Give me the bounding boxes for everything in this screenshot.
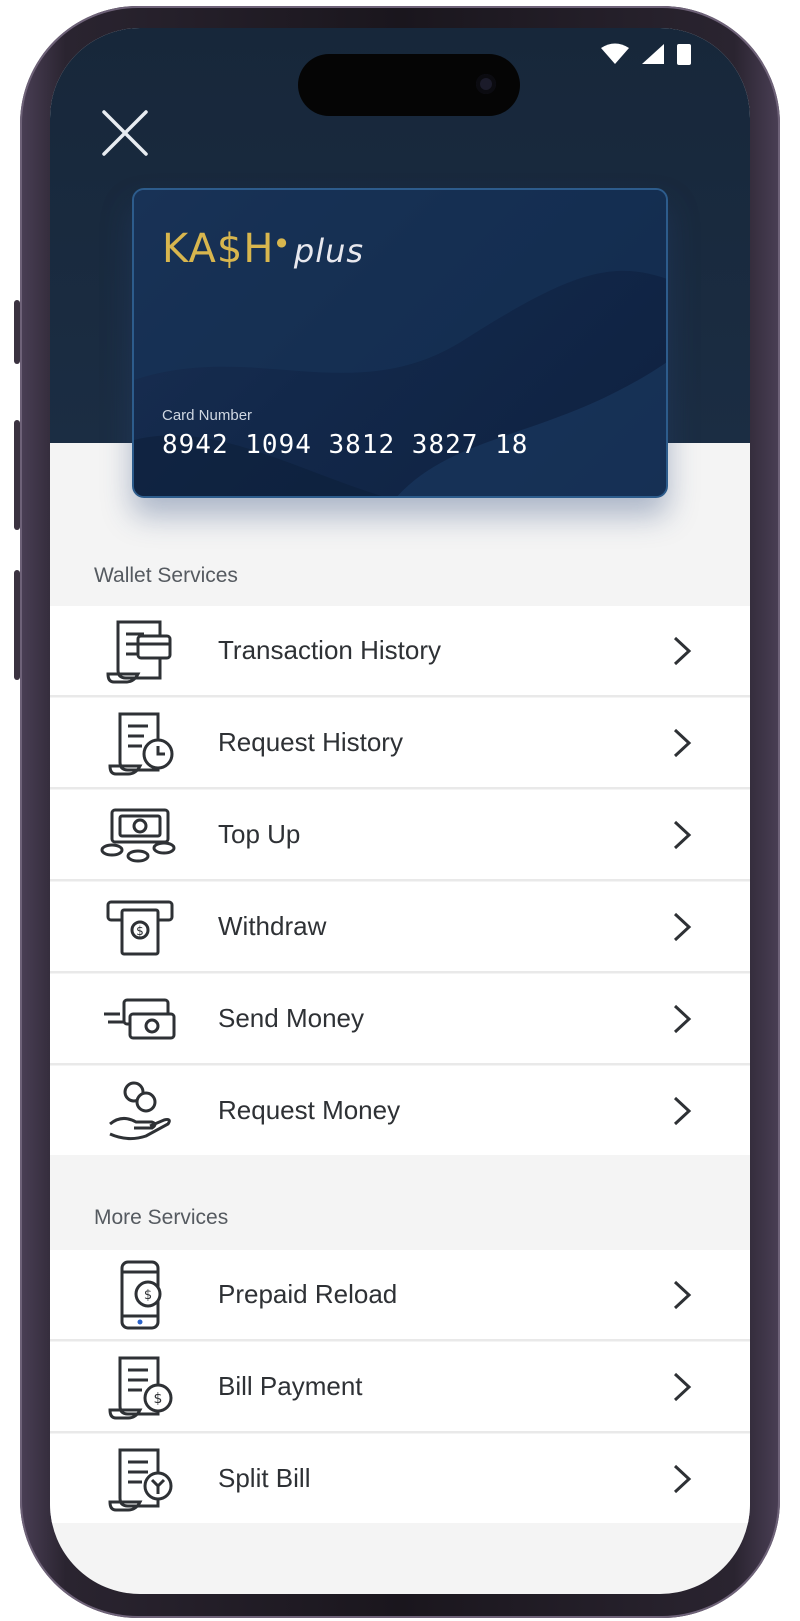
phone-action-button — [14, 300, 20, 364]
divider — [50, 879, 750, 881]
phone-volume-down-button — [14, 570, 20, 680]
request-history-icon — [108, 712, 174, 775]
list-item-send-money[interactable]: Send Money — [50, 974, 750, 1063]
list-item-label: Transaction History — [218, 635, 441, 665]
chevron-right-icon — [673, 820, 692, 849]
list-item-label: Withdraw — [218, 911, 327, 941]
list-item-label: Request Money — [218, 1095, 401, 1125]
divider — [50, 787, 750, 789]
top-up-icon — [100, 808, 176, 862]
list-item-top-up[interactable]: Top Up — [50, 790, 750, 879]
wallet-card[interactable]: KA$H ● plus Card Number 8942 1094 3812 3… — [132, 188, 668, 498]
card-brand-logo: KA$H ● plus — [162, 226, 364, 272]
app-screen: KA$H ● plus Card Number 8942 1094 3812 3… — [50, 28, 750, 1594]
list-item-transaction-history[interactable]: Transaction History — [50, 606, 750, 695]
svg-text:$: $ — [154, 1391, 163, 1407]
cellular-signal-icon — [642, 44, 664, 64]
chevron-right-icon — [673, 1004, 692, 1033]
list-item-label: Bill Payment — [218, 1371, 363, 1401]
phone-volume-up-button — [14, 420, 20, 530]
status-bar — [600, 42, 692, 66]
more-services-title: More Services — [94, 1206, 229, 1229]
list-item-label: Prepaid Reload — [218, 1279, 398, 1309]
divider — [50, 695, 750, 697]
battery-icon — [677, 44, 691, 65]
brand-name: KA$H — [162, 226, 275, 272]
chevron-right-icon — [673, 636, 692, 665]
list-item-request-money[interactable]: Request Money — [50, 1066, 750, 1155]
prepaid-reload-icon: $ — [120, 1260, 162, 1329]
divider — [50, 1431, 750, 1433]
wallet-services-title: Wallet Services — [94, 564, 238, 587]
list-item-label: Send Money — [218, 1003, 364, 1033]
chevron-right-icon — [673, 1464, 692, 1493]
withdraw-icon: $ — [106, 900, 174, 955]
request-money-icon — [109, 1081, 171, 1140]
bill-payment-icon: $ — [108, 1356, 173, 1419]
transaction-history-icon — [106, 620, 172, 683]
chevron-right-icon — [673, 1372, 692, 1401]
wifi-icon — [601, 43, 629, 64]
chevron-right-icon — [673, 912, 692, 941]
list-item-prepaid-reload[interactable]: $ Prepaid Reload — [50, 1250, 750, 1339]
registered-mark: ● — [276, 235, 288, 249]
list-item-withdraw[interactable]: $ Withdraw — [50, 882, 750, 971]
dynamic-island — [298, 54, 520, 116]
divider — [50, 1063, 750, 1065]
card-number: 8942 1094 3812 3827 18 — [162, 430, 529, 460]
card-number-label: Card Number — [162, 407, 253, 424]
list-item-label: Request History — [218, 727, 403, 757]
close-button[interactable] — [98, 106, 152, 160]
svg-text:$: $ — [144, 1288, 152, 1303]
list-item-bill-payment[interactable]: $ Bill Payment — [50, 1342, 750, 1431]
list-item-label: Split Bill — [218, 1463, 311, 1493]
list-item-request-history[interactable]: Request History — [50, 698, 750, 787]
list-item-split-bill[interactable]: Split Bill — [50, 1434, 750, 1523]
brand-suffix: plus — [293, 232, 365, 270]
chevron-right-icon — [673, 728, 692, 757]
divider — [50, 971, 750, 973]
close-icon — [102, 110, 148, 156]
svg-text:$: $ — [136, 924, 144, 938]
list-item-label: Top Up — [218, 819, 301, 849]
chevron-right-icon — [673, 1096, 692, 1125]
chevron-right-icon — [673, 1280, 692, 1309]
send-money-icon — [104, 998, 176, 1039]
divider — [50, 1339, 750, 1341]
split-bill-icon — [108, 1448, 173, 1511]
